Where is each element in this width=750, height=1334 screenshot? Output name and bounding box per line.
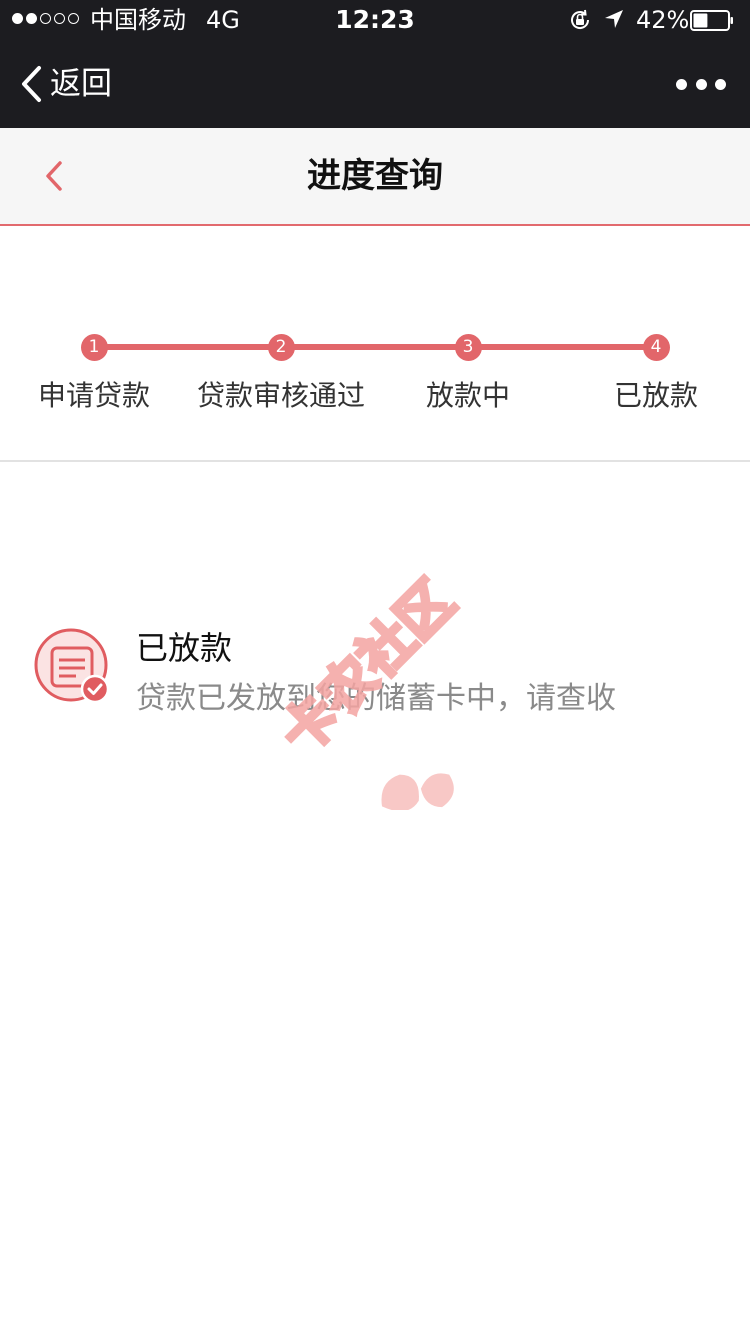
page-header: 进度查询 xyxy=(0,128,750,226)
chevron-left-icon[interactable] xyxy=(40,158,70,194)
wechat-back-button[interactable]: 返回 xyxy=(18,64,112,104)
step-label: 已放款 xyxy=(613,379,699,412)
document-check-icon xyxy=(34,628,110,704)
more-dot xyxy=(695,78,707,90)
watermark-logo: 卡农社区 xyxy=(267,567,468,810)
step-number: 1 xyxy=(80,334,108,361)
status-bar: 中国移动 4G 12:23 42% xyxy=(0,0,750,40)
step-number: 4 xyxy=(642,334,670,361)
watermark-text: 卡农社区 xyxy=(269,569,466,766)
more-dots-icon[interactable] xyxy=(676,72,726,96)
step-label: 贷款审核通过 xyxy=(196,379,366,412)
progress-steps: 1 2 3 4 申请贷款 贷款审核通过 放款中 已放款 xyxy=(0,226,750,462)
back-label: 返回 xyxy=(50,66,112,102)
more-dot xyxy=(676,78,687,90)
rotation-lock-icon xyxy=(571,9,590,29)
result-title: 已放款 xyxy=(136,629,233,667)
wechat-top-bar: 中国移动 4G 12:23 42% 返回 xyxy=(0,0,750,128)
step-label: 放款中 xyxy=(425,379,511,412)
location-arrow-icon xyxy=(605,10,623,28)
battery-percent: 42% xyxy=(636,6,690,34)
step-number: 2 xyxy=(267,334,295,361)
step-number: 3 xyxy=(454,334,482,361)
step-label: 申请贷款 xyxy=(37,379,151,412)
page-title: 进度查询 xyxy=(307,156,443,196)
chevron-left-icon xyxy=(22,66,41,102)
more-dot xyxy=(715,78,726,90)
battery-icon xyxy=(690,10,733,31)
progress-line xyxy=(94,344,656,350)
